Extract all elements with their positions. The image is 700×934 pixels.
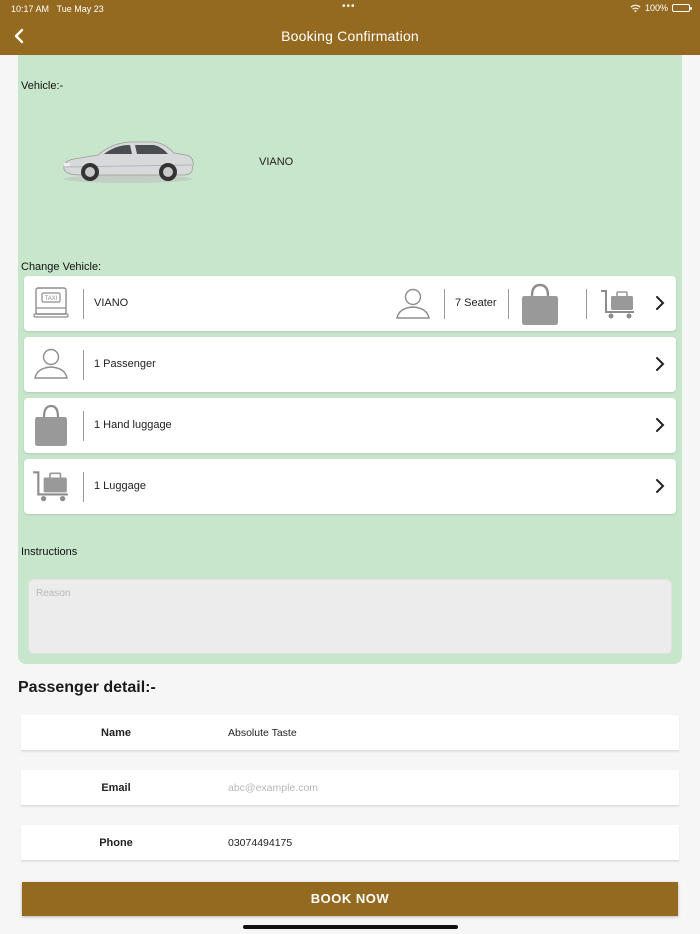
email-label: Email: [101, 782, 131, 794]
chevron-right-icon[interactable]: [652, 477, 668, 495]
phone-field[interactable]: Phone 03074494175: [21, 825, 679, 861]
multitask-dots[interactable]: •••: [342, 1, 356, 12]
instructions-input[interactable]: Reason: [28, 579, 672, 654]
name-value[interactable]: Absolute Taste: [228, 727, 297, 739]
name-field[interactable]: Name Absolute Taste: [21, 715, 679, 751]
email-placeholder[interactable]: abc@example.com: [228, 782, 318, 794]
chevron-right-icon[interactable]: [652, 294, 668, 312]
instructions-label: Instructions: [21, 546, 78, 558]
vehicle-option-label: VIANO: [94, 297, 129, 309]
name-label: Name: [101, 727, 131, 739]
luggage-cart-icon: [601, 290, 634, 319]
battery-icon: [672, 4, 692, 12]
email-field[interactable]: Email abc@example.com: [21, 770, 679, 806]
luggage-count: 1 Luggage: [94, 480, 146, 492]
passenger-detail-title: Passenger detail:-: [18, 679, 156, 696]
chevron-right-icon[interactable]: [652, 416, 668, 434]
instructions-placeholder: Reason: [36, 588, 71, 599]
status-bar: 10:17 AM Tue May 23 ••• 100%: [0, 0, 700, 18]
change-vehicle-label: Change Vehicle:: [21, 261, 102, 273]
person-icon: [396, 288, 430, 319]
hand-luggage-row[interactable]: 1 Hand luggage: [24, 398, 676, 453]
nav-bar: Booking Confirmation: [0, 18, 700, 55]
luggage-cart-icon: [33, 471, 68, 502]
vehicle-panel: Vehicle:- VIANO Change Vehicle: TAXI VIA…: [18, 55, 682, 664]
svg-text:TAXI: TAXI: [45, 296, 58, 302]
vehicle-select-row[interactable]: TAXI VIANO 7 Seater: [24, 276, 676, 331]
vehicle-label: Vehicle:-: [21, 80, 64, 92]
book-now-button[interactable]: BOOK NOW: [22, 882, 678, 916]
taxi-icon: TAXI: [33, 287, 69, 318]
battery-percent: 100%: [644, 3, 668, 13]
passenger-count: 1 Passenger: [94, 358, 156, 370]
page-title: Booking Confirmation: [281, 28, 419, 44]
home-indicator[interactable]: [243, 925, 458, 929]
status-right: 100%: [630, 3, 692, 13]
luggage-row[interactable]: 1 Luggage: [24, 459, 676, 514]
wifi-icon: [630, 4, 641, 12]
car-image: [63, 141, 194, 183]
vehicle-name: VIANO: [259, 156, 294, 168]
person-icon: [34, 348, 68, 379]
chevron-right-icon[interactable]: [652, 355, 668, 373]
passenger-row[interactable]: 1 Passenger: [24, 337, 676, 392]
status-time: 10:17 AM Tue May 23: [11, 4, 104, 14]
handbag-icon: [35, 404, 67, 446]
seater-count: 7 Seater: [455, 297, 497, 309]
phone-value[interactable]: 03074494175: [228, 837, 292, 849]
hand-luggage-count: 1 Hand luggage: [94, 419, 172, 431]
handbag-icon: [522, 283, 558, 325]
phone-label: Phone: [99, 837, 133, 849]
